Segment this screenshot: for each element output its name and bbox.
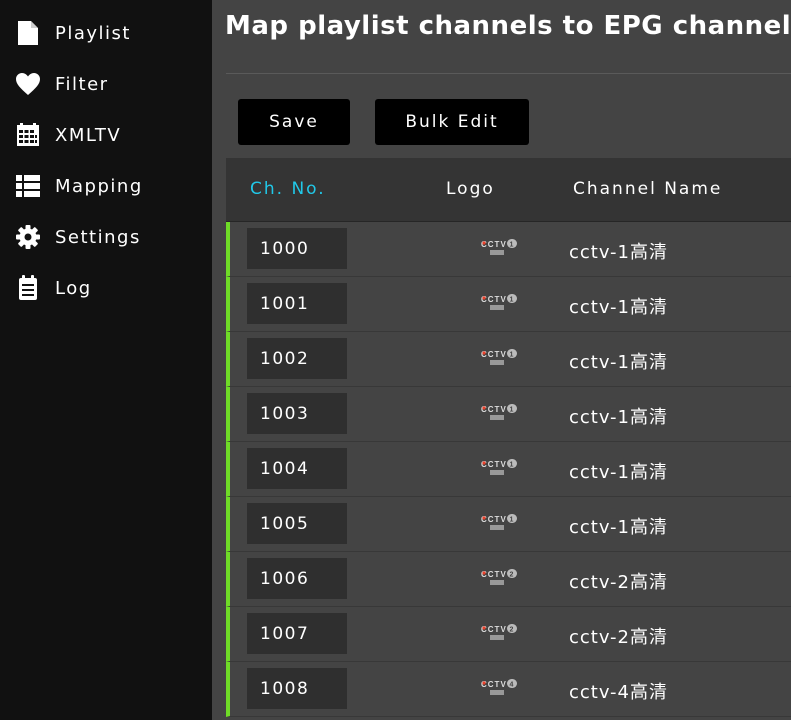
channel-number-input[interactable] (247, 668, 347, 709)
channel-number-input[interactable] (247, 558, 347, 599)
sidebar: Playlist Filter XMLTV Mapping Settings L… (0, 0, 212, 720)
column-header-channel-name: Channel Name (573, 179, 723, 199)
channel-logo: CCTV 4 (481, 679, 517, 695)
channel-logo-text: CCTV (481, 350, 507, 359)
table-header: Ch. No. Logo Channel Name (226, 158, 791, 222)
channel-name: cctv-1高清 (569, 352, 668, 373)
table-row[interactable]: CCTV2 cctv-2高清 (226, 552, 791, 607)
channel-name: cctv-1高清 (569, 517, 668, 538)
sidebar-item-filter[interactable]: Filter (15, 69, 205, 99)
sidebar-item-label: Playlist (55, 22, 131, 44)
sidebar-item-settings[interactable]: Settings (15, 222, 205, 252)
channel-logo: CCTV 1 (481, 294, 517, 310)
column-header-logo: Logo (446, 179, 495, 199)
channel-logo-text: CCTV (481, 515, 507, 524)
channel-logo-number: 1 (510, 517, 515, 524)
channel-logo-text: CCTV (481, 240, 507, 249)
channel-logo-number: 2 (510, 627, 515, 634)
table-row[interactable]: CCTV1 cctv-1高清 (226, 332, 791, 387)
column-header-ch-no[interactable]: Ch. No. (250, 179, 326, 199)
table-row[interactable]: CCTV4 cctv-4高清 (226, 662, 791, 717)
sidebar-item-label: Filter (55, 73, 109, 95)
sidebar-item-playlist[interactable]: Playlist (15, 18, 205, 48)
list-icon (15, 173, 41, 199)
channel-number-input[interactable] (247, 448, 347, 489)
channel-name: cctv-1高清 (569, 242, 668, 263)
channel-logo-text: CCTV (481, 680, 507, 689)
channel-logo-text: CCTV (481, 625, 507, 634)
bulk-edit-button[interactable]: Bulk Edit (375, 99, 529, 145)
channel-logo-text: CCTV (481, 570, 507, 579)
channel-name: cctv-1高清 (569, 407, 668, 428)
channel-number-input[interactable] (247, 283, 347, 324)
channel-name: cctv-4高清 (569, 682, 668, 703)
channel-logo-text: CCTV (481, 405, 507, 414)
channel-number-input[interactable] (247, 503, 347, 544)
sidebar-item-label: Log (55, 277, 92, 299)
sidebar-item-label: Mapping (55, 175, 143, 197)
channel-logo-number: 1 (510, 407, 515, 414)
channel-logo: CCTV 1 (481, 404, 517, 420)
channel-logo: CCTV 1 (481, 514, 517, 530)
channel-number-input[interactable] (247, 338, 347, 379)
channel-logo-text: CCTV (481, 295, 507, 304)
channel-logo: CCTV 1 (481, 349, 517, 365)
channel-logo: CCTV 2 (481, 569, 517, 585)
table-row[interactable]: CCTV1 cctv-1高清 (226, 222, 791, 277)
calendar-grid-icon (15, 122, 41, 148)
channel-logo-number: 1 (510, 352, 515, 359)
divider (226, 73, 791, 74)
sidebar-item-mapping[interactable]: Mapping (15, 171, 205, 201)
main-content: Map playlist channels to EPG channels Sa… (212, 0, 791, 720)
channel-logo-number: 1 (510, 242, 515, 249)
table-row[interactable]: CCTV2 cctv-2高清 (226, 607, 791, 662)
page-title: Map playlist channels to EPG channels (225, 11, 791, 41)
channel-logo-number: 1 (510, 462, 515, 469)
sidebar-item-label: Settings (55, 226, 141, 248)
channel-logo-number: 2 (510, 572, 515, 579)
clipboard-icon (15, 275, 41, 301)
mapping-table-body: CCTV1cctv-1高清CCTV1cctv-1高清CCTV1cctv-1高清C… (226, 222, 791, 717)
channel-number-input[interactable] (247, 393, 347, 434)
channel-name: cctv-2高清 (569, 572, 668, 593)
sidebar-item-xmltv[interactable]: XMLTV (15, 120, 205, 150)
channel-logo-number: 1 (510, 297, 515, 304)
channel-number-input[interactable] (247, 613, 347, 654)
channel-logo-number: 4 (510, 682, 515, 689)
table-row[interactable]: CCTV1 cctv-1高清 (226, 442, 791, 497)
channel-logo-text: CCTV (481, 460, 507, 469)
channel-name: cctv-1高清 (569, 297, 668, 318)
channel-name: cctv-1高清 (569, 462, 668, 483)
table-row[interactable]: CCTV1 cctv-1高清 (226, 277, 791, 332)
gear-icon (15, 224, 41, 250)
save-button[interactable]: Save (238, 99, 350, 145)
heart-icon (15, 71, 41, 97)
channel-number-input[interactable] (247, 228, 347, 269)
table-row[interactable]: CCTV1 cctv-1高清 (226, 387, 791, 442)
table-row[interactable]: CCTV1 cctv-1高清 (226, 497, 791, 552)
channel-name: cctv-2高清 (569, 627, 668, 648)
file-icon (15, 20, 41, 46)
channel-logo: CCTV 1 (481, 239, 517, 255)
sidebar-item-label: XMLTV (55, 124, 122, 146)
channel-logo: CCTV 1 (481, 459, 517, 475)
sidebar-item-log[interactable]: Log (15, 273, 205, 303)
channel-logo: CCTV 2 (481, 624, 517, 640)
